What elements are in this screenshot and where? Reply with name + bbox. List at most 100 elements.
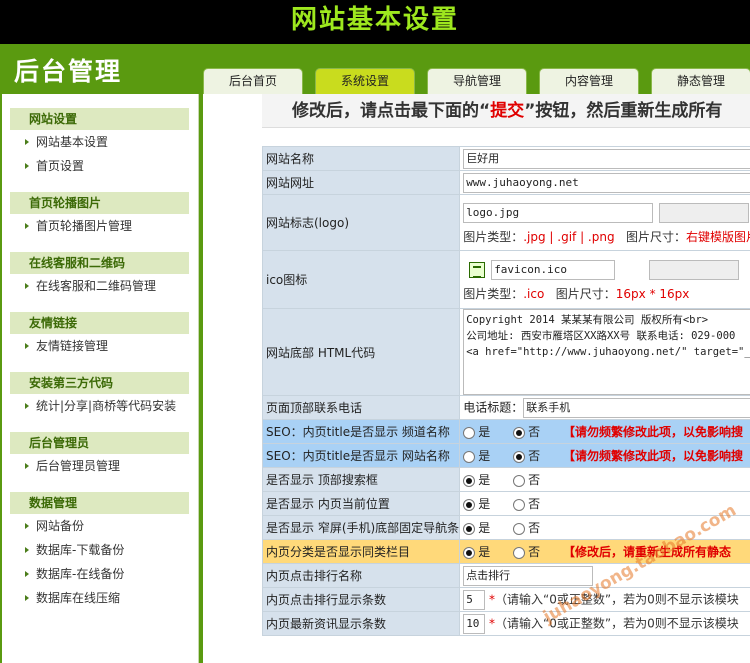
submit-highlight: 提交 (490, 101, 525, 121)
field-label: 网站标志(logo) (261, 194, 461, 251)
form-row-show-mobile-nav: 是否显示 窄屏(手机)底部固定导航条 是 否 (261, 515, 750, 540)
sidebar-item-links-management[interactable]: 友情链接管理 (10, 334, 189, 358)
tab-home[interactable]: 后台首页 (203, 68, 303, 94)
main-divider (199, 94, 203, 663)
form-row-seo-sitename: SEO：内页title是否显示 网站名称 是 否 【请勿频繁修改此项，以免影响搜 (261, 443, 750, 468)
sidebar-group-site-settings: 网站设置 网站基本设置 首页设置 (10, 108, 189, 178)
form-row-seo-channel: SEO：内页title是否显示 频道名称 是 否 【请勿频繁修改此项，以免影响搜 (261, 419, 750, 444)
field-label: 是否显示 顶部搜索框 (261, 467, 461, 492)
field-label: 内页点击排行名称 (261, 563, 461, 588)
show-position-no-radio[interactable] (513, 498, 526, 511)
field-label: 内页最新资讯显示条数 (261, 611, 461, 636)
site-url-input[interactable]: www.juhaoyong.net (463, 172, 750, 193)
arrow-right-icon (25, 547, 29, 553)
rank-count-input[interactable]: 5 (463, 589, 486, 610)
top-nav-tabs: 后台首页 系统设置 导航管理 内容管理 静态管理 (203, 68, 750, 94)
show-search-no-radio[interactable] (513, 474, 526, 487)
tab-content-management[interactable]: 内容管理 (539, 68, 639, 94)
sidebar-group-admins: 后台管理员 后台管理员管理 (10, 432, 189, 478)
logo-input[interactable]: logo.jpg (463, 203, 654, 223)
ico-input[interactable]: favicon.ico (491, 259, 616, 280)
page-title: 网站基本设置 (290, 5, 459, 35)
phone-title-input[interactable]: 联系手机 (523, 397, 750, 418)
title-bar: 网站基本设置 (0, 0, 750, 44)
sidebar-group-title: 网站设置 (10, 108, 189, 130)
sidebar-group-carousel: 首页轮播图片 首页轮播图片管理 (10, 192, 189, 238)
show-same-cat-yes-radio[interactable] (463, 546, 476, 559)
field-label: 网站名称 (261, 146, 461, 171)
sidebar-item-db-download-backup[interactable]: 数据库-下载备份 (10, 538, 189, 562)
arrow-right-icon (25, 283, 29, 289)
footer-html-textarea[interactable]: Copyright 2014 某某某有限公司 版权所有<br> 公司地址: 西安… (463, 309, 750, 395)
arrow-right-icon (25, 139, 29, 145)
form-row-logo: 网站标志(logo) logo.jpg 图片类型：.jpg | .gif | .… (261, 194, 750, 251)
sidebar: 网站设置 网站基本设置 首页设置 首页轮播图片 首页轮播图片管理 在线客服和二维… (0, 94, 199, 663)
seo-channel-yes-radio[interactable] (463, 426, 476, 439)
admin-logo: 后台管理 (14, 57, 123, 86)
sidebar-group-title: 友情链接 (10, 312, 189, 334)
field-label: 网站底部 HTML代码 (261, 308, 461, 396)
arrow-right-icon (25, 343, 29, 349)
sidebar-item-admin-management[interactable]: 后台管理员管理 (10, 454, 189, 478)
logo-browse-button[interactable] (659, 203, 750, 223)
sidebar-item-db-compress[interactable]: 数据库在线压缩 (10, 586, 189, 610)
field-label: 页面顶部联系电话 (261, 395, 461, 420)
form-row-show-position: 是否显示 内页当前位置 是 否 (261, 491, 750, 516)
field-label: 内页分类是否显示同类栏目 (261, 539, 461, 564)
form-row-show-search: 是否显示 顶部搜索框 是 否 (261, 467, 750, 492)
sidebar-item-db-online-backup[interactable]: 数据库-在线备份 (10, 562, 189, 586)
ico-browse-button[interactable] (649, 259, 740, 280)
arrow-right-icon (25, 163, 29, 169)
arrow-right-icon (25, 463, 29, 469)
form-row-rank-count: 内页点击排行显示条数 5 *（请输入“0或正整数”，若为0则不显示该模块 (261, 587, 750, 612)
sidebar-left-border (0, 94, 2, 663)
form-row-rank-name: 内页点击排行名称 点击排行 (261, 563, 750, 588)
form-row-footer-html: 网站底部 HTML代码 Copyright 2014 某某某有限公司 版权所有<… (261, 308, 750, 396)
sidebar-item-basic-settings[interactable]: 网站基本设置 (10, 130, 189, 154)
sidebar-group-data: 数据管理 网站备份 数据库-下载备份 数据库-在线备份 数据库在线压缩 (10, 492, 189, 610)
sidebar-item-site-backup[interactable]: 网站备份 (10, 514, 189, 538)
sidebar-group-title: 数据管理 (10, 492, 189, 514)
ico-preview-icon (469, 261, 486, 278)
field-label: 内页点击排行显示条数 (261, 587, 461, 612)
seo-sitename-yes-radio[interactable] (463, 450, 476, 463)
seo-sitename-no-radio[interactable] (513, 450, 526, 463)
rank-name-input[interactable]: 点击排行 (463, 565, 594, 586)
show-position-yes-radio[interactable] (463, 498, 476, 511)
sidebar-item-carousel-management[interactable]: 首页轮播图片管理 (10, 214, 189, 238)
field-label: ico图标 (261, 250, 461, 309)
show-mobile-nav-no-radio[interactable] (513, 522, 526, 535)
field-label: 是否显示 窄屏(手机)底部固定导航条 (261, 515, 461, 540)
field-label: SEO：内页title是否显示 网站名称 (261, 443, 461, 468)
tab-nav-management[interactable]: 导航管理 (427, 68, 527, 94)
tab-system-settings[interactable]: 系统设置 (315, 68, 415, 94)
tab-static-management[interactable]: 静态管理 (651, 68, 750, 94)
arrow-right-icon (25, 403, 29, 409)
form-row-news-count: 内页最新资讯显示条数 10 *（请输入“0或正整数”，若为0则不显示该模块 (261, 611, 750, 636)
sidebar-group-customer-service: 在线客服和二维码 在线客服和二维码管理 (10, 252, 189, 298)
seo-channel-no-radio[interactable] (513, 426, 526, 439)
news-count-input[interactable]: 10 (463, 613, 486, 634)
form-row-phone: 页面顶部联系电话 电话标题： 联系手机 (261, 395, 750, 420)
sidebar-item-home-settings[interactable]: 首页设置 (10, 154, 189, 178)
field-label: 网站网址 (261, 170, 461, 195)
show-mobile-nav-yes-radio[interactable] (463, 522, 476, 535)
field-label: 是否显示 内页当前位置 (261, 491, 461, 516)
sidebar-group-title: 后台管理员 (10, 432, 189, 454)
arrow-right-icon (25, 223, 29, 229)
site-name-input[interactable]: 巨好用 (463, 148, 750, 169)
sidebar-group-title: 安装第三方代码 (10, 372, 189, 394)
sidebar-group-third-party: 安装第三方代码 统计|分享|商桥等代码安装 (10, 372, 189, 418)
settings-form: 网站名称 巨好用 网站网址 www.juhaoyong.net 网站标志(log… (261, 146, 750, 636)
show-search-yes-radio[interactable] (463, 474, 476, 487)
show-same-cat-no-radio[interactable] (513, 546, 526, 559)
sidebar-item-customer-service-management[interactable]: 在线客服和二维码管理 (10, 274, 189, 298)
sidebar-item-code-install[interactable]: 统计|分享|商桥等代码安装 (10, 394, 189, 418)
form-row-show-same-category: 内页分类是否显示同类栏目 是 否 【修改后，请重新生成所有静态 (261, 539, 750, 564)
arrow-right-icon (25, 571, 29, 577)
arrow-right-icon (25, 523, 29, 529)
sidebar-group-links: 友情链接 友情链接管理 (10, 312, 189, 358)
sidebar-group-title: 在线客服和二维码 (10, 252, 189, 274)
form-row-site-name: 网站名称 巨好用 (261, 146, 750, 171)
form-row-site-url: 网站网址 www.juhaoyong.net (261, 170, 750, 195)
